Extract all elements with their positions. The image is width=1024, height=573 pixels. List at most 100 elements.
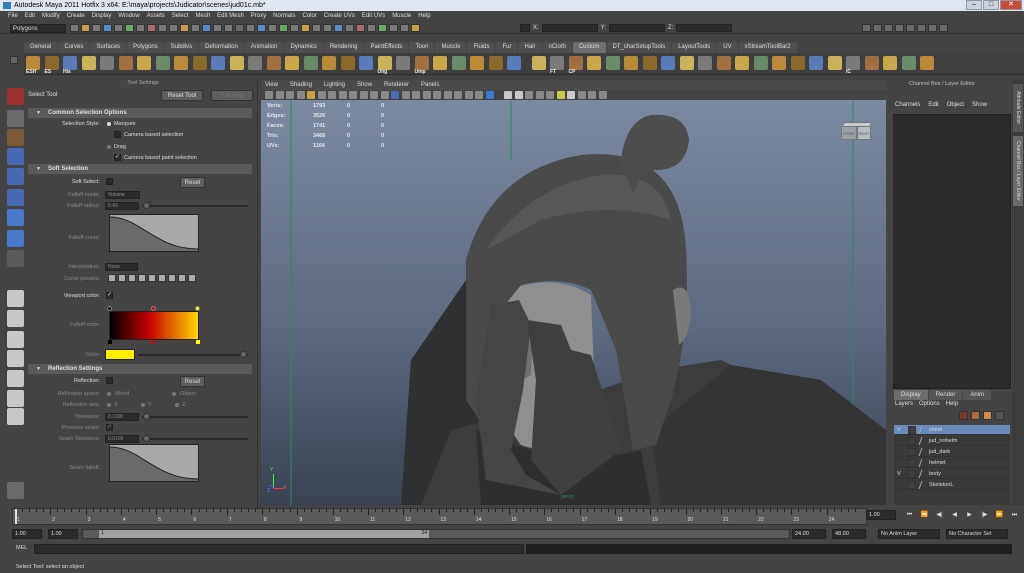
animation-end-field[interactable]: 48.00 <box>832 529 866 539</box>
shelf-icon-42[interactable] <box>790 56 805 70</box>
status-icon-24[interactable] <box>323 24 332 32</box>
viewport-menu-lighting[interactable]: Lighting <box>324 80 345 90</box>
viewport-toolbar-icon-20[interactable] <box>464 91 473 99</box>
status-icon-6[interactable] <box>125 24 134 32</box>
falloff-radius-slider[interactable] <box>142 205 248 207</box>
seam-tolerance-field[interactable]: 0.0100 <box>105 435 139 443</box>
shelf-tab-fur[interactable]: Fur <box>496 42 518 53</box>
rotate-tool-icon[interactable] <box>7 168 24 185</box>
attribute-editor-tab[interactable]: Attribute Editor <box>1013 84 1023 132</box>
status-icon-13[interactable] <box>202 24 211 32</box>
layer-row-body[interactable]: Vbody <box>894 469 1010 479</box>
status-icon-25[interactable] <box>334 24 343 32</box>
layer-row-chest[interactable]: Vchest <box>894 425 1010 435</box>
range-slider-handle[interactable]: 1 24 <box>99 530 429 538</box>
viewport-toolbar-icon-23[interactable] <box>504 91 512 99</box>
falloff-curve-graph[interactable] <box>109 214 199 252</box>
layer-playback-toggle[interactable] <box>908 470 916 478</box>
viewport-toolbar-icon-6[interactable] <box>317 91 326 99</box>
layer-extra-icon[interactable] <box>995 411 1004 420</box>
status-icon-17[interactable] <box>246 24 255 32</box>
menu-edit[interactable]: Edit <box>25 11 35 22</box>
layer-menu-layers[interactable]: Layers <box>895 401 913 407</box>
shelf-icon-30[interactable]: CP <box>568 56 583 75</box>
shelf-icon-23[interactable] <box>433 56 447 70</box>
shelf-icon-8[interactable] <box>155 56 170 70</box>
viewport-toolbar-icon-15[interactable] <box>412 91 420 99</box>
viewport-scene[interactable]: Verts: 1793 0 0 Edges: 3526 0 0 Faces: 1741 0 0 Tris… <box>261 100 886 505</box>
falloff-mode-dropdown[interactable]: Volume <box>105 191 140 199</box>
menu-proxy[interactable]: Proxy <box>251 11 266 22</box>
create-layer-selected-icon[interactable] <box>971 411 980 420</box>
soft-mod-icon[interactable] <box>7 230 24 247</box>
playback-end-field[interactable]: 24.00 <box>792 529 826 539</box>
reset-tool-button[interactable]: Reset Tool <box>161 90 203 101</box>
status-icon-10[interactable] <box>169 24 178 32</box>
playback-button-5[interactable]: ▶ <box>964 510 975 520</box>
layer-row-helmet[interactable]: helmet <box>894 458 1010 468</box>
shelf-icon-13[interactable] <box>248 56 262 70</box>
curve-preset-button-7[interactable] <box>168 274 176 282</box>
curve-preset-button-6[interactable] <box>158 274 166 282</box>
viewport-toolbar-icon-3[interactable] <box>286 91 294 99</box>
view-cube-front[interactable]: FRONT <box>841 126 857 140</box>
menu-help[interactable]: Help <box>418 11 430 22</box>
status-icon-20[interactable] <box>279 24 288 32</box>
ramp-handle-black[interactable] <box>108 340 112 344</box>
uv-layout-icon[interactable] <box>7 408 24 425</box>
status-icon-11[interactable] <box>180 24 189 32</box>
layer-row-skeletonl[interactable]: SkeletonL <box>894 480 1010 490</box>
shelf-icon-38[interactable] <box>716 56 731 70</box>
shelf-tab-animation[interactable]: Animation <box>244 42 284 53</box>
shelf-icon-18[interactable] <box>340 56 355 70</box>
layer-tab-display[interactable]: Display <box>894 390 928 400</box>
shelf-icon-49[interactable] <box>920 56 934 70</box>
falloff-radius-knob[interactable] <box>143 202 150 209</box>
current-time-field[interactable]: 1.00 <box>866 510 896 520</box>
maximize-button[interactable]: □ <box>983 0 999 10</box>
viewport-toolbar-icon-29[interactable] <box>567 91 575 99</box>
shelf-icon-46[interactable] <box>864 56 879 70</box>
status-icon-5[interactable] <box>114 24 123 32</box>
manipulator-icon[interactable] <box>7 209 24 226</box>
command-input[interactable] <box>34 544 524 554</box>
shelf-icon-28[interactable] <box>531 56 546 70</box>
curve-preset-button-9[interactable] <box>188 274 196 282</box>
tolerance-slider[interactable] <box>142 416 248 418</box>
playback-button-4[interactable]: ◀ <box>949 510 960 520</box>
last-tool-icon[interactable] <box>7 250 24 267</box>
viewport-menu-show[interactable]: Show <box>357 80 372 90</box>
reflection-object-radio[interactable] <box>172 392 176 396</box>
shelf-icon-40[interactable] <box>753 56 768 70</box>
shelf-icon-10[interactable] <box>192 56 207 70</box>
shelf-tab-dt-charsetuptools[interactable]: DT_charSetupTools <box>606 42 672 53</box>
shelf-icon-7[interactable] <box>137 56 151 70</box>
shelf-tab-curves[interactable]: Curves <box>58 42 90 53</box>
playback-button-2[interactable]: ⏪ <box>919 510 930 520</box>
shelf-tab-custom[interactable]: Custom <box>572 42 606 53</box>
shelf-icon-48[interactable] <box>901 56 916 70</box>
shelf-icon-4[interactable] <box>81 56 96 70</box>
ramp-handle-red[interactable] <box>151 340 155 344</box>
view-cube-top[interactable] <box>841 122 873 127</box>
create-layer-icon[interactable] <box>959 411 968 420</box>
menu-edit-uvs[interactable]: Edit UVs <box>362 11 385 22</box>
viewport-toolbar-icon-22[interactable] <box>485 91 494 99</box>
shelf-icon-25[interactable] <box>470 56 484 70</box>
viewport-toolbar-icon-16[interactable] <box>422 91 431 99</box>
shelf-icon-27[interactable] <box>507 56 521 70</box>
reflection-settings-header[interactable]: Reflection Settings <box>28 364 252 374</box>
status-icon-3[interactable] <box>92 24 101 32</box>
viewport-toolbar-icon-32[interactable] <box>598 91 607 99</box>
shelf-icon-6[interactable] <box>118 56 133 70</box>
menu-edit-mesh[interactable]: Edit Mesh <box>217 11 244 22</box>
menu-create-uvs[interactable]: Create UVs <box>324 11 355 22</box>
shelf-icon-21[interactable] <box>396 56 410 70</box>
shelf-icon-26[interactable] <box>488 56 503 70</box>
viewport-toolbar-icon-11[interactable] <box>370 91 378 99</box>
shelf-tab-toon[interactable]: Toon <box>409 42 435 53</box>
status-icon-26[interactable] <box>345 24 354 32</box>
layer-playback-toggle[interactable] <box>908 459 916 467</box>
viewport-toolbar-icon-28[interactable] <box>556 91 565 99</box>
view-cube[interactable]: FRONT RIGHT <box>839 122 873 146</box>
